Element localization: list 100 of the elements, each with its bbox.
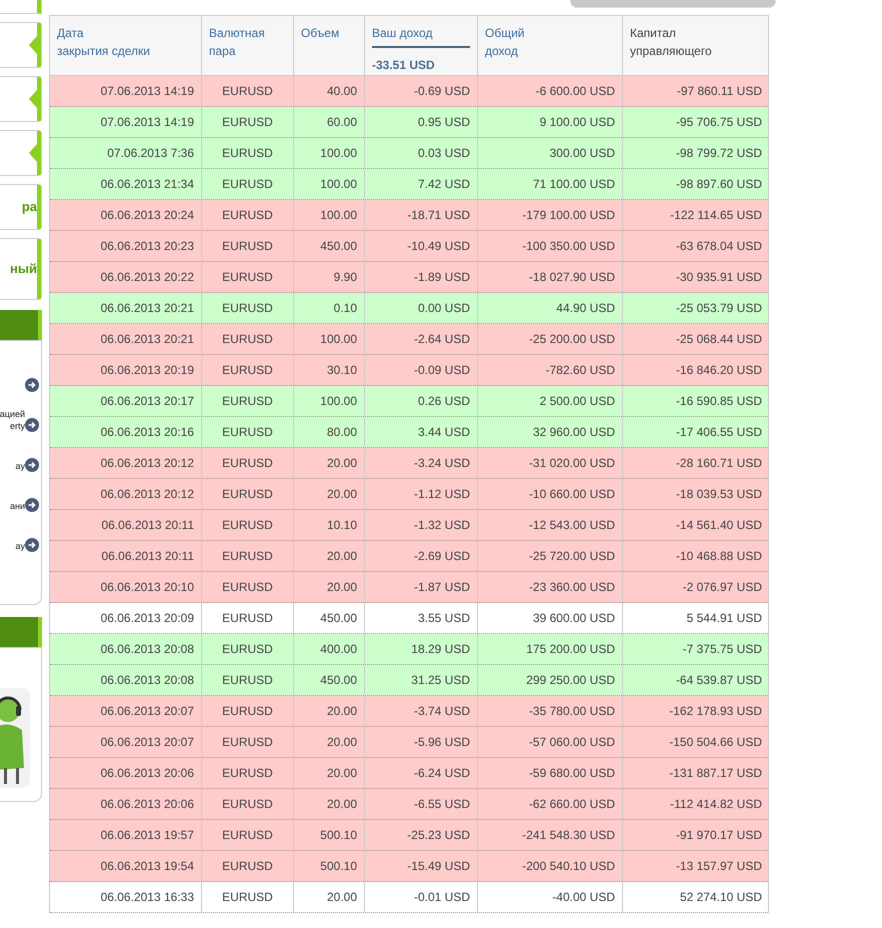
table-cell-text: 71 100.00 USD — [532, 176, 615, 193]
column-header[interactable]: Объем — [294, 16, 365, 75]
table-cell-text: 20.00 — [326, 889, 357, 906]
table-cell-text: 52 274.10 USD — [680, 889, 762, 906]
table-cell-text: EURUSD — [222, 889, 273, 906]
table-cell-text: -3.74 USD — [414, 703, 470, 720]
menu-tab[interactable]: ный — [0, 238, 42, 300]
table-cell-text: -91 970.17 USD — [676, 827, 762, 844]
table-cell-text: -1.89 USD — [414, 269, 470, 286]
table-cell-text: -98 897.60 USD — [676, 176, 762, 193]
table-cell-text: 20.00 — [326, 703, 357, 720]
table-cell-text: 06.06.2013 20:07 — [100, 703, 194, 720]
column-header[interactable]: Капитал управляющего — [623, 16, 769, 75]
table-cell-text: 20.00 — [326, 796, 357, 813]
table-cell-text: -131 887.17 USD — [669, 765, 762, 782]
table-cell-text: 06.06.2013 20:06 — [100, 796, 194, 813]
table-cell-text: 500.10 — [320, 858, 357, 875]
column-header[interactable]: Ваш доход -33.51 USD — [365, 16, 478, 75]
table-cell-text: EURUSD — [222, 114, 273, 131]
sidebar-link[interactable]: ay — [14, 460, 25, 472]
arrow-right-icon — [25, 498, 39, 512]
table-cell-text: 06.06.2013 20:07 — [100, 734, 194, 751]
table-cell-text: EURUSD — [222, 455, 273, 472]
menu-tab[interactable] — [0, 76, 42, 122]
arrow-right-icon — [25, 458, 39, 472]
column-header[interactable]: Дата закрытия сделки — [50, 16, 202, 75]
table-cell-text: 0.26 USD — [418, 393, 470, 410]
table-cell-text: 20.00 — [326, 579, 357, 596]
table-cell-text: 30.10 — [326, 362, 357, 379]
table-cell-text: 06.06.2013 20:16 — [100, 424, 194, 441]
table-cell-text: EURUSD — [222, 393, 273, 410]
table-cell-text: 60.00 — [326, 114, 357, 131]
table-cell-text: -0.69 USD — [414, 83, 470, 100]
table-cell-text: -782.60 USD — [546, 362, 615, 379]
table-cell-text: -31 020.00 USD — [528, 455, 615, 472]
notch-icon — [27, 144, 37, 162]
arrow-right-icon — [25, 538, 39, 552]
table-cell-text: -1.32 USD — [414, 517, 470, 534]
table-cell-text: 06.06.2013 20:21 — [100, 300, 194, 317]
menu-tab[interactable] — [0, 0, 42, 14]
table-cell-text: -15.49 USD — [407, 858, 470, 875]
table-cell-text: EURUSD — [222, 827, 273, 844]
menu-tab[interactable] — [0, 130, 42, 176]
table-cell-text: -18.71 USD — [407, 207, 470, 224]
income-total: -33.51 USD — [372, 57, 436, 74]
table-cell-text: -25.23 USD — [407, 827, 470, 844]
table-cell-text: EURUSD — [222, 703, 273, 720]
table-cell-text: 06.06.2013 19:57 — [100, 827, 194, 844]
table-cell-text: EURUSD — [222, 207, 273, 224]
table-cell-text: 9 100.00 USD — [540, 114, 615, 131]
table-cell-text: EURUSD — [222, 579, 273, 596]
table-cell-text: 06.06.2013 20:12 — [100, 486, 194, 503]
column-title: Объем — [301, 25, 340, 42]
table-cell-text: -14 561.40 USD — [676, 517, 762, 534]
table-cell-text: -63 678.04 USD — [676, 238, 762, 255]
table-cell-text: 06.06.2013 20:24 — [100, 207, 194, 224]
table-cell-text: 44.90 USD — [556, 300, 615, 317]
table-cell-text: 20.00 — [326, 548, 357, 565]
table-cell-text: -64 539.87 USD — [676, 672, 762, 689]
table-cell-text: -35 780.00 USD — [528, 703, 615, 720]
table-cell-text: 06.06.2013 20:22 — [100, 269, 194, 286]
table-cell-text: -62 660.00 USD — [528, 796, 615, 813]
table-cell-text: EURUSD — [222, 331, 273, 348]
notch-icon — [27, 90, 37, 108]
table-cell-text: 31.25 USD — [411, 672, 470, 689]
sidebar-link[interactable]: ани — [8, 500, 25, 512]
table-cell-text: 450.00 — [320, 672, 357, 689]
column-header[interactable]: Валютная пара — [202, 16, 294, 75]
table-cell-text: -6.24 USD — [414, 765, 470, 782]
table-cell-text: 0.03 USD — [418, 145, 470, 162]
table-cell-text: -2.69 USD — [414, 548, 470, 565]
table-cell-text: -0.01 USD — [414, 889, 470, 906]
table-cell-text: -57 060.00 USD — [528, 734, 615, 751]
table-cell-text: 0.10 — [334, 300, 357, 317]
table-cell-text: -40.00 USD — [552, 889, 615, 906]
table-cell-text: 3.44 USD — [418, 424, 470, 441]
table-cell-text: 20.00 — [326, 734, 357, 751]
menu-tab[interactable] — [0, 22, 42, 68]
table-cell-text: EURUSD — [222, 796, 273, 813]
table-cell-text: -162 178.93 USD — [669, 703, 762, 720]
table-cell-text: 06.06.2013 20:19 — [100, 362, 194, 379]
column-header[interactable]: Общий доход — [478, 16, 623, 75]
table-cell-text: -3.24 USD — [414, 455, 470, 472]
table-cell-text: 10.10 — [326, 517, 357, 534]
table-cell-text: 0.00 USD — [418, 300, 470, 317]
table-cell-text: 100.00 — [320, 207, 357, 224]
table-cell-text: -17 406.55 USD — [676, 424, 762, 441]
table-cell-text: 300.00 USD — [550, 145, 615, 162]
menu-tab[interactable]: ра — [0, 184, 42, 230]
table-cell-text: 32 960.00 USD — [532, 424, 615, 441]
table-cell-text: -1.87 USD — [414, 579, 470, 596]
table-cell-text: 07.06.2013 14:19 — [100, 83, 194, 100]
sidebar-link[interactable]: ацией erty — [0, 408, 25, 432]
table-cell-text: 7.42 USD — [418, 176, 470, 193]
table-cell-text: 175 200.00 USD — [526, 641, 615, 658]
table-cell-text: -25 053.79 USD — [676, 300, 762, 317]
table-cell-text: 100.00 — [320, 393, 357, 410]
sidebar-link[interactable]: ay — [14, 540, 25, 552]
column-title: Валютная пара — [209, 25, 266, 60]
table-cell-text: -7 375.75 USD — [682, 641, 762, 658]
